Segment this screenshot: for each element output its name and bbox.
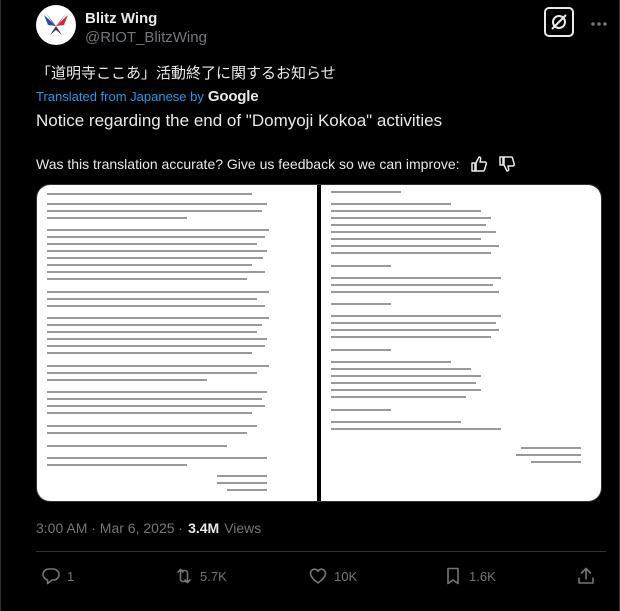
author-name[interactable]: Blitz Wing [85, 10, 157, 27]
tweet-header: Blitz Wing @RIOT_BlitzWing [36, 5, 607, 47]
column-border-left [0, 0, 1, 611]
reply-button[interactable]: 1 [41, 566, 74, 586]
translation-feedback: Was this translation accurate? Give us f… [36, 155, 516, 173]
tweet-original-text: 「道明寺ここあ」活動終了に関するお知らせ [36, 65, 336, 82]
repost-icon [177, 568, 191, 584]
google-logo: Google [207, 88, 259, 105]
document-page-2-image [331, 191, 581, 463]
views-count: 3.4M [188, 520, 220, 536]
divider [36, 551, 606, 552]
thumbs-down-icon[interactable] [498, 155, 516, 173]
like-button[interactable]: 10K [308, 566, 357, 586]
tweet-actions: 1 5.7K 10K 1.6K [36, 566, 596, 594]
bookmark-count: 1.6K [469, 568, 496, 584]
translation-attribution: Translated from Japanese by Google [36, 88, 259, 105]
author-handle[interactable]: @RIOT_BlitzWing [85, 29, 207, 46]
translated-from-link[interactable]: Translated from Japanese by [36, 89, 204, 104]
share-button[interactable] [576, 566, 596, 586]
thumbs-up-icon[interactable] [470, 155, 488, 173]
repost-button[interactable]: 5.7K [174, 566, 227, 586]
bookmark-button[interactable]: 1.6K [443, 566, 496, 586]
more-dots-icon [591, 22, 607, 26]
views-label: Views [224, 520, 262, 536]
repost-count: 5.7K [200, 568, 227, 584]
reply-count: 1 [67, 568, 75, 584]
tweet-meta: 3:00 AM · Mar 6, 2025 · 3.4M Views [36, 520, 261, 536]
tweet-timestamp[interactable]: 3:00 AM · Mar 6, 2025 · [36, 520, 183, 536]
tweet-media[interactable] [36, 184, 602, 502]
share-icon [578, 567, 594, 584]
more-options-button[interactable] [584, 9, 614, 39]
avatar[interactable] [36, 5, 76, 45]
reply-icon [42, 568, 60, 585]
like-count: 10K [334, 568, 358, 584]
grok-button[interactable] [544, 7, 574, 37]
media-image-page-1[interactable] [37, 185, 317, 501]
tweet-translation: Notice regarding the end of "Domyoji Kok… [36, 111, 443, 130]
feedback-prompt: Was this translation accurate? Give us f… [36, 156, 460, 172]
media-image-page-2[interactable] [321, 185, 601, 501]
blitz-wing-logo-icon [44, 13, 68, 35]
heart-icon [309, 568, 327, 584]
document-page-1-image [47, 193, 269, 491]
bookmark-icon [447, 567, 459, 585]
grok-icon [551, 14, 567, 30]
